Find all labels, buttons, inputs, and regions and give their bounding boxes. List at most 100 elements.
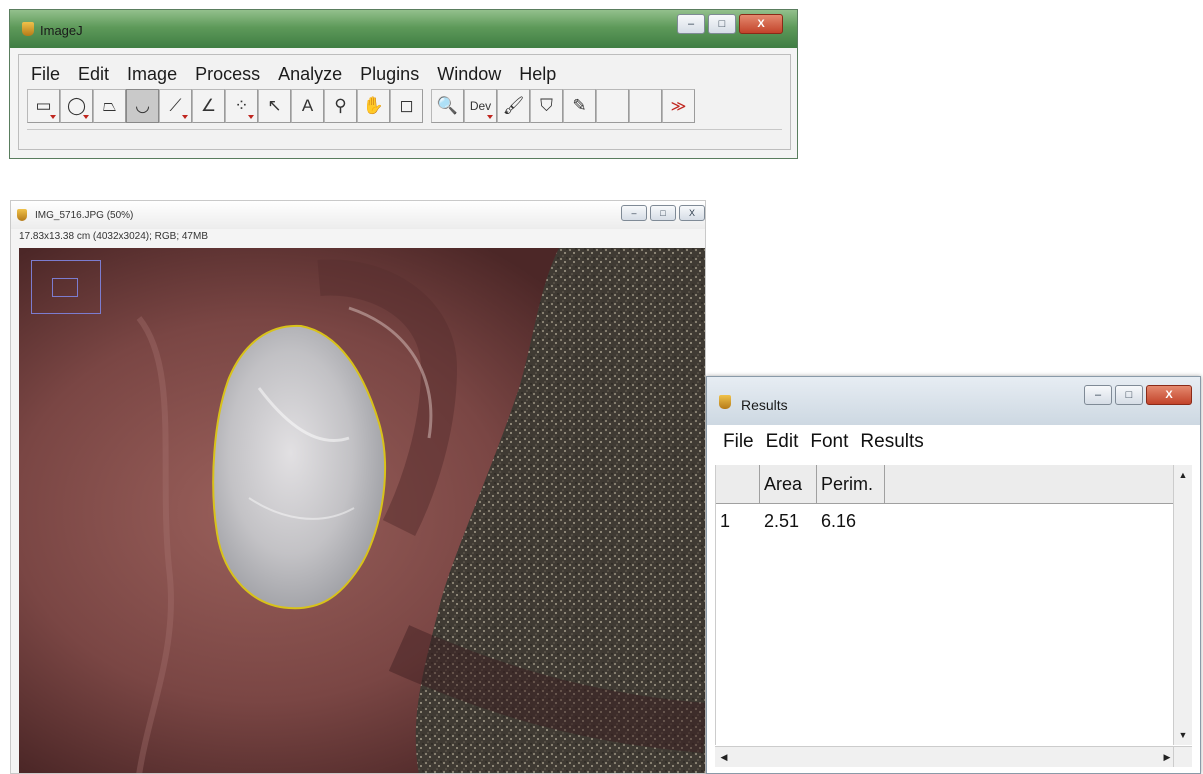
dropdown-indicator-icon (487, 115, 493, 119)
freehand-tool-button[interactable]: ◡ (126, 89, 159, 123)
close-button[interactable]: X (739, 14, 783, 34)
zoom-tool-icon: 🔍 (436, 96, 459, 115)
menu-edit[interactable]: Edit (78, 64, 109, 85)
dropdown-indicator-icon (182, 115, 188, 119)
color-picker-tool-button[interactable]: ◻ (390, 89, 423, 123)
empty-tool-slot[interactable] (629, 89, 662, 123)
menu-analyze[interactable]: Analyze (278, 64, 342, 85)
imagej-titlebar[interactable]: ImageJ – □ X (10, 10, 797, 48)
empty-tool-slot[interactable] (596, 89, 629, 123)
pencil-tool-button[interactable]: ✎ (563, 89, 596, 123)
multipoint-tool-button[interactable]: ⁘ (225, 89, 258, 123)
column-header[interactable] (716, 465, 760, 503)
maximize-button[interactable]: □ (708, 14, 736, 34)
menu-window[interactable]: Window (437, 64, 501, 85)
menu-help[interactable]: Help (519, 64, 556, 85)
minimize-button[interactable]: – (677, 14, 705, 34)
text-tool-button[interactable]: A (291, 89, 324, 123)
results-table: Area Perim. 1 2.51 6.16 (715, 465, 1176, 745)
table-cell: 1 (720, 510, 731, 531)
rectangle-tool-icon: ▭ (35, 96, 52, 115)
results-window: Results – □ X File Edit Font Results Area Pe… (706, 376, 1201, 774)
minimize-button[interactable]: – (621, 205, 647, 221)
menu-process[interactable]: Process (195, 64, 260, 85)
hand-tool-button[interactable]: ✋ (357, 89, 390, 123)
table-cell: 6.16 (821, 510, 857, 531)
column-header[interactable]: Perim. (817, 465, 885, 503)
vertical-scrollbar[interactable]: ▲ ▼ (1173, 465, 1192, 745)
close-button[interactable]: X (1146, 385, 1192, 405)
angle-tool-icon: ∠ (200, 96, 217, 115)
imagej-status-bar (27, 129, 782, 144)
multipoint-tool-icon: ⁘ (234, 96, 249, 115)
imagej-toolbar: ▭ ◯ ⏢ ◡ ⟋ ∠ ⁘ ↖ A ⚲ ✋ ◻ 🔍 Dev 🖌 ⛉ ✎ ≫ (27, 89, 695, 123)
dropdown-indicator-icon (50, 115, 56, 119)
column-header-filler (885, 465, 1176, 503)
polygon-tool-button[interactable]: ⏢ (93, 89, 126, 123)
scroll-down-arrow-icon[interactable]: ▼ (1174, 725, 1192, 745)
more-tools-icon: ≫ (670, 98, 687, 115)
scrollbar-corner (1173, 746, 1192, 767)
developer-menu-icon: Dev (469, 99, 492, 113)
imagej-main-window: ImageJ – □ X File Edit Image Process Analyze… (9, 9, 798, 159)
maximize-button[interactable]: □ (650, 205, 676, 221)
more-tools-button[interactable]: ≫ (662, 89, 695, 123)
hand-tool-icon: ✋ (362, 96, 385, 115)
flood-fill-tool-icon: ⛉ (540, 96, 553, 115)
results-title: Results (741, 397, 788, 413)
results-window-controls: – □ X (1084, 385, 1192, 405)
developer-menu-button[interactable]: Dev (464, 89, 497, 123)
table-row[interactable]: 1 2.51 6.16 (716, 504, 1176, 538)
results-menu-file[interactable]: File (723, 431, 754, 453)
image-window: IMG_5716.JPG (50%) – □ X 17.83x13.38 cm … (10, 200, 706, 774)
magnifier-tool-button[interactable]: ⚲ (324, 89, 357, 123)
line-tool-icon: ⟋ (169, 96, 182, 115)
results-menu-results[interactable]: Results (860, 431, 923, 453)
imagej-menubar-panel: File Edit Image Process Analyze Plugins Window… (18, 54, 791, 150)
rectangle-tool-button[interactable]: ▭ (27, 89, 60, 123)
flood-fill-tool-button[interactable]: ⛉ (530, 89, 563, 123)
dropdown-indicator-icon (83, 115, 89, 119)
image-info-line: 17.83x13.38 cm (4032x3024); RGB; 47MB (19, 231, 208, 242)
brush-tool-button[interactable]: 🖌 (497, 89, 530, 123)
imagej-title: ImageJ (40, 23, 83, 38)
freehand-tool-icon: ◡ (135, 96, 150, 115)
polygon-tool-icon: ⏢ (102, 96, 117, 115)
close-button[interactable]: X (679, 205, 705, 221)
text-tool-icon: A (301, 96, 314, 115)
magnifier-tool-icon: ⚲ (334, 96, 347, 115)
angle-tool-button[interactable]: ∠ (192, 89, 225, 123)
image-canvas[interactable] (19, 248, 705, 773)
menu-plugins[interactable]: Plugins (360, 64, 419, 85)
scroll-up-arrow-icon[interactable]: ▲ (1174, 465, 1192, 485)
image-window-title: IMG_5716.JPG (50%) (35, 210, 134, 221)
toolbar-gap (423, 89, 431, 123)
oval-tool-icon: ◯ (66, 96, 87, 115)
image-window-titlebar[interactable]: IMG_5716.JPG (50%) – □ X (11, 201, 705, 229)
results-menu-font[interactable]: Font (810, 431, 848, 453)
imagej-window-controls: – □ X (677, 14, 783, 34)
pencil-tool-icon: ✎ (572, 96, 587, 115)
minimize-button[interactable]: – (1084, 385, 1112, 405)
column-header[interactable]: Area (760, 465, 817, 503)
wand-tool-button[interactable]: ↖ (258, 89, 291, 123)
menu-image[interactable]: Image (127, 64, 177, 85)
oval-tool-button[interactable]: ◯ (60, 89, 93, 123)
freehand-roi-overlay (212, 324, 387, 610)
dropdown-indicator-icon (248, 115, 254, 119)
imagej-app-icon (17, 209, 27, 221)
imagej-menu: File Edit Image Process Analyze Plugins Window… (31, 64, 556, 85)
image-window-controls: – □ X (621, 205, 705, 221)
maximize-button[interactable]: □ (1115, 385, 1143, 405)
zoom-navigator[interactable] (31, 260, 101, 314)
results-menubar: File Edit Font Results (715, 425, 1192, 459)
results-table-header: Area Perim. (716, 465, 1176, 504)
brush-tool-icon: 🖌 (502, 96, 525, 115)
line-tool-button[interactable]: ⟋ (159, 89, 192, 123)
horizontal-scrollbar[interactable]: ◀ ▶ (715, 746, 1176, 767)
zoom-tool-button[interactable]: 🔍 (431, 89, 464, 123)
results-menu-edit[interactable]: Edit (766, 431, 799, 453)
menu-file[interactable]: File (31, 64, 60, 85)
results-titlebar[interactable]: Results – □ X (707, 377, 1200, 425)
scroll-left-arrow-icon[interactable]: ◀ (715, 747, 733, 767)
